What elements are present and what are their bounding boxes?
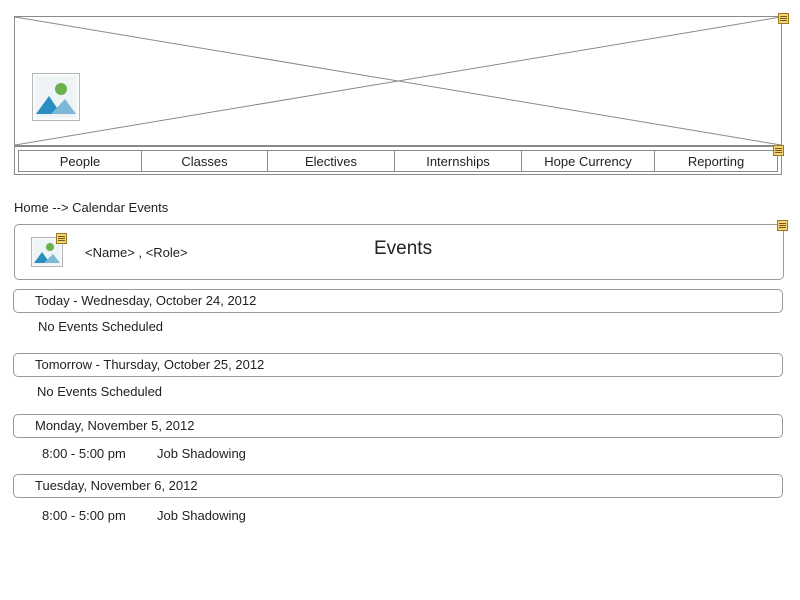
note-icon	[777, 220, 788, 231]
day-header-label: Monday, November 5, 2012	[35, 418, 195, 433]
placeholder-cross-icon	[15, 17, 781, 145]
nav-item-internships[interactable]: Internships	[395, 151, 522, 171]
breadcrumb-text[interactable]: Home --> Calendar Events	[14, 200, 168, 215]
nav-item-hope-currency[interactable]: Hope Currency	[522, 151, 655, 171]
nav-item-reporting[interactable]: Reporting	[655, 151, 777, 171]
breadcrumb[interactable]: Home --> Calendar Events	[14, 200, 168, 215]
day-header: Tuesday, November 6, 2012	[13, 474, 783, 498]
header-banner-placeholder	[14, 16, 782, 146]
day-header-label: Tuesday, November 6, 2012	[35, 478, 198, 493]
page-title: Events	[374, 238, 433, 259]
day-header: Tomorrow - Thursday, October 25, 2012	[13, 353, 783, 377]
note-icon	[56, 233, 67, 244]
event-name[interactable]: Job Shadowing	[157, 508, 246, 523]
no-events-message: No Events Scheduled	[38, 319, 164, 334]
event-name[interactable]: Job Shadowing	[157, 446, 246, 461]
day-header-label: Tomorrow - Thursday, October 25, 2012	[35, 357, 265, 372]
day-header: Today - Wednesday, October 24, 2012	[13, 289, 783, 313]
nav-item-electives[interactable]: Electives	[268, 151, 395, 171]
main-navigation: People Classes Electives Internships Hop…	[14, 146, 782, 175]
user-panel: <Name> , <Role> Events	[14, 224, 784, 280]
user-name-role: <Name> , <Role>	[85, 245, 188, 260]
day-header: Monday, November 5, 2012	[13, 414, 783, 438]
logo-image-icon	[32, 73, 80, 121]
nav-item-people[interactable]: People	[19, 151, 142, 171]
note-icon	[778, 13, 789, 24]
nav-item-classes[interactable]: Classes	[142, 151, 268, 171]
event-time: 8:00 - 5:00 pm	[42, 508, 126, 523]
day-header-label: Today - Wednesday, October 24, 2012	[35, 293, 257, 308]
nav-bar: People Classes Electives Internships Hop…	[18, 150, 778, 172]
event-time: 8:00 - 5:00 pm	[42, 446, 126, 461]
no-events-message: No Events Scheduled	[37, 384, 163, 399]
note-icon	[773, 145, 784, 156]
